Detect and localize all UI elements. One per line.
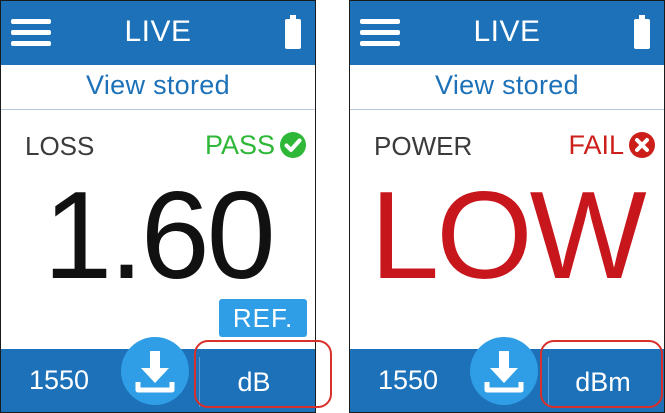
status-indicator: PASS — [205, 129, 307, 161]
battery-icon — [285, 15, 301, 49]
status-indicator: FAIL — [568, 129, 656, 161]
top-bar: LIVE — [1, 1, 315, 65]
save-button[interactable] — [121, 337, 189, 405]
measurement-value: LOW — [370, 167, 646, 305]
top-bar: LIVE — [350, 1, 664, 65]
status-label: FAIL — [568, 129, 624, 160]
ref-button[interactable]: REF. — [219, 299, 307, 337]
mode-label: LIVE — [124, 15, 192, 48]
download-icon — [135, 351, 175, 393]
view-stored-button[interactable]: View stored — [1, 65, 315, 110]
measurement-value: 1.60 — [43, 167, 275, 305]
mode-label: LIVE — [473, 15, 541, 48]
view-stored-button[interactable]: View stored — [350, 65, 664, 110]
check-circle-icon — [280, 132, 306, 158]
status-label: PASS — [204, 129, 275, 160]
measurement-label: LOSS — [25, 131, 95, 161]
wavelength-button[interactable]: 1550 — [29, 365, 89, 396]
wavelength-button[interactable]: 1550 — [378, 365, 438, 396]
battery-icon — [634, 15, 650, 49]
measurement-label: POWER — [374, 131, 473, 161]
unit-highlight-left — [194, 340, 332, 408]
unit-highlight-right — [540, 340, 663, 408]
save-button[interactable] — [470, 337, 538, 405]
x-circle-icon — [629, 132, 655, 158]
download-icon — [484, 351, 524, 393]
